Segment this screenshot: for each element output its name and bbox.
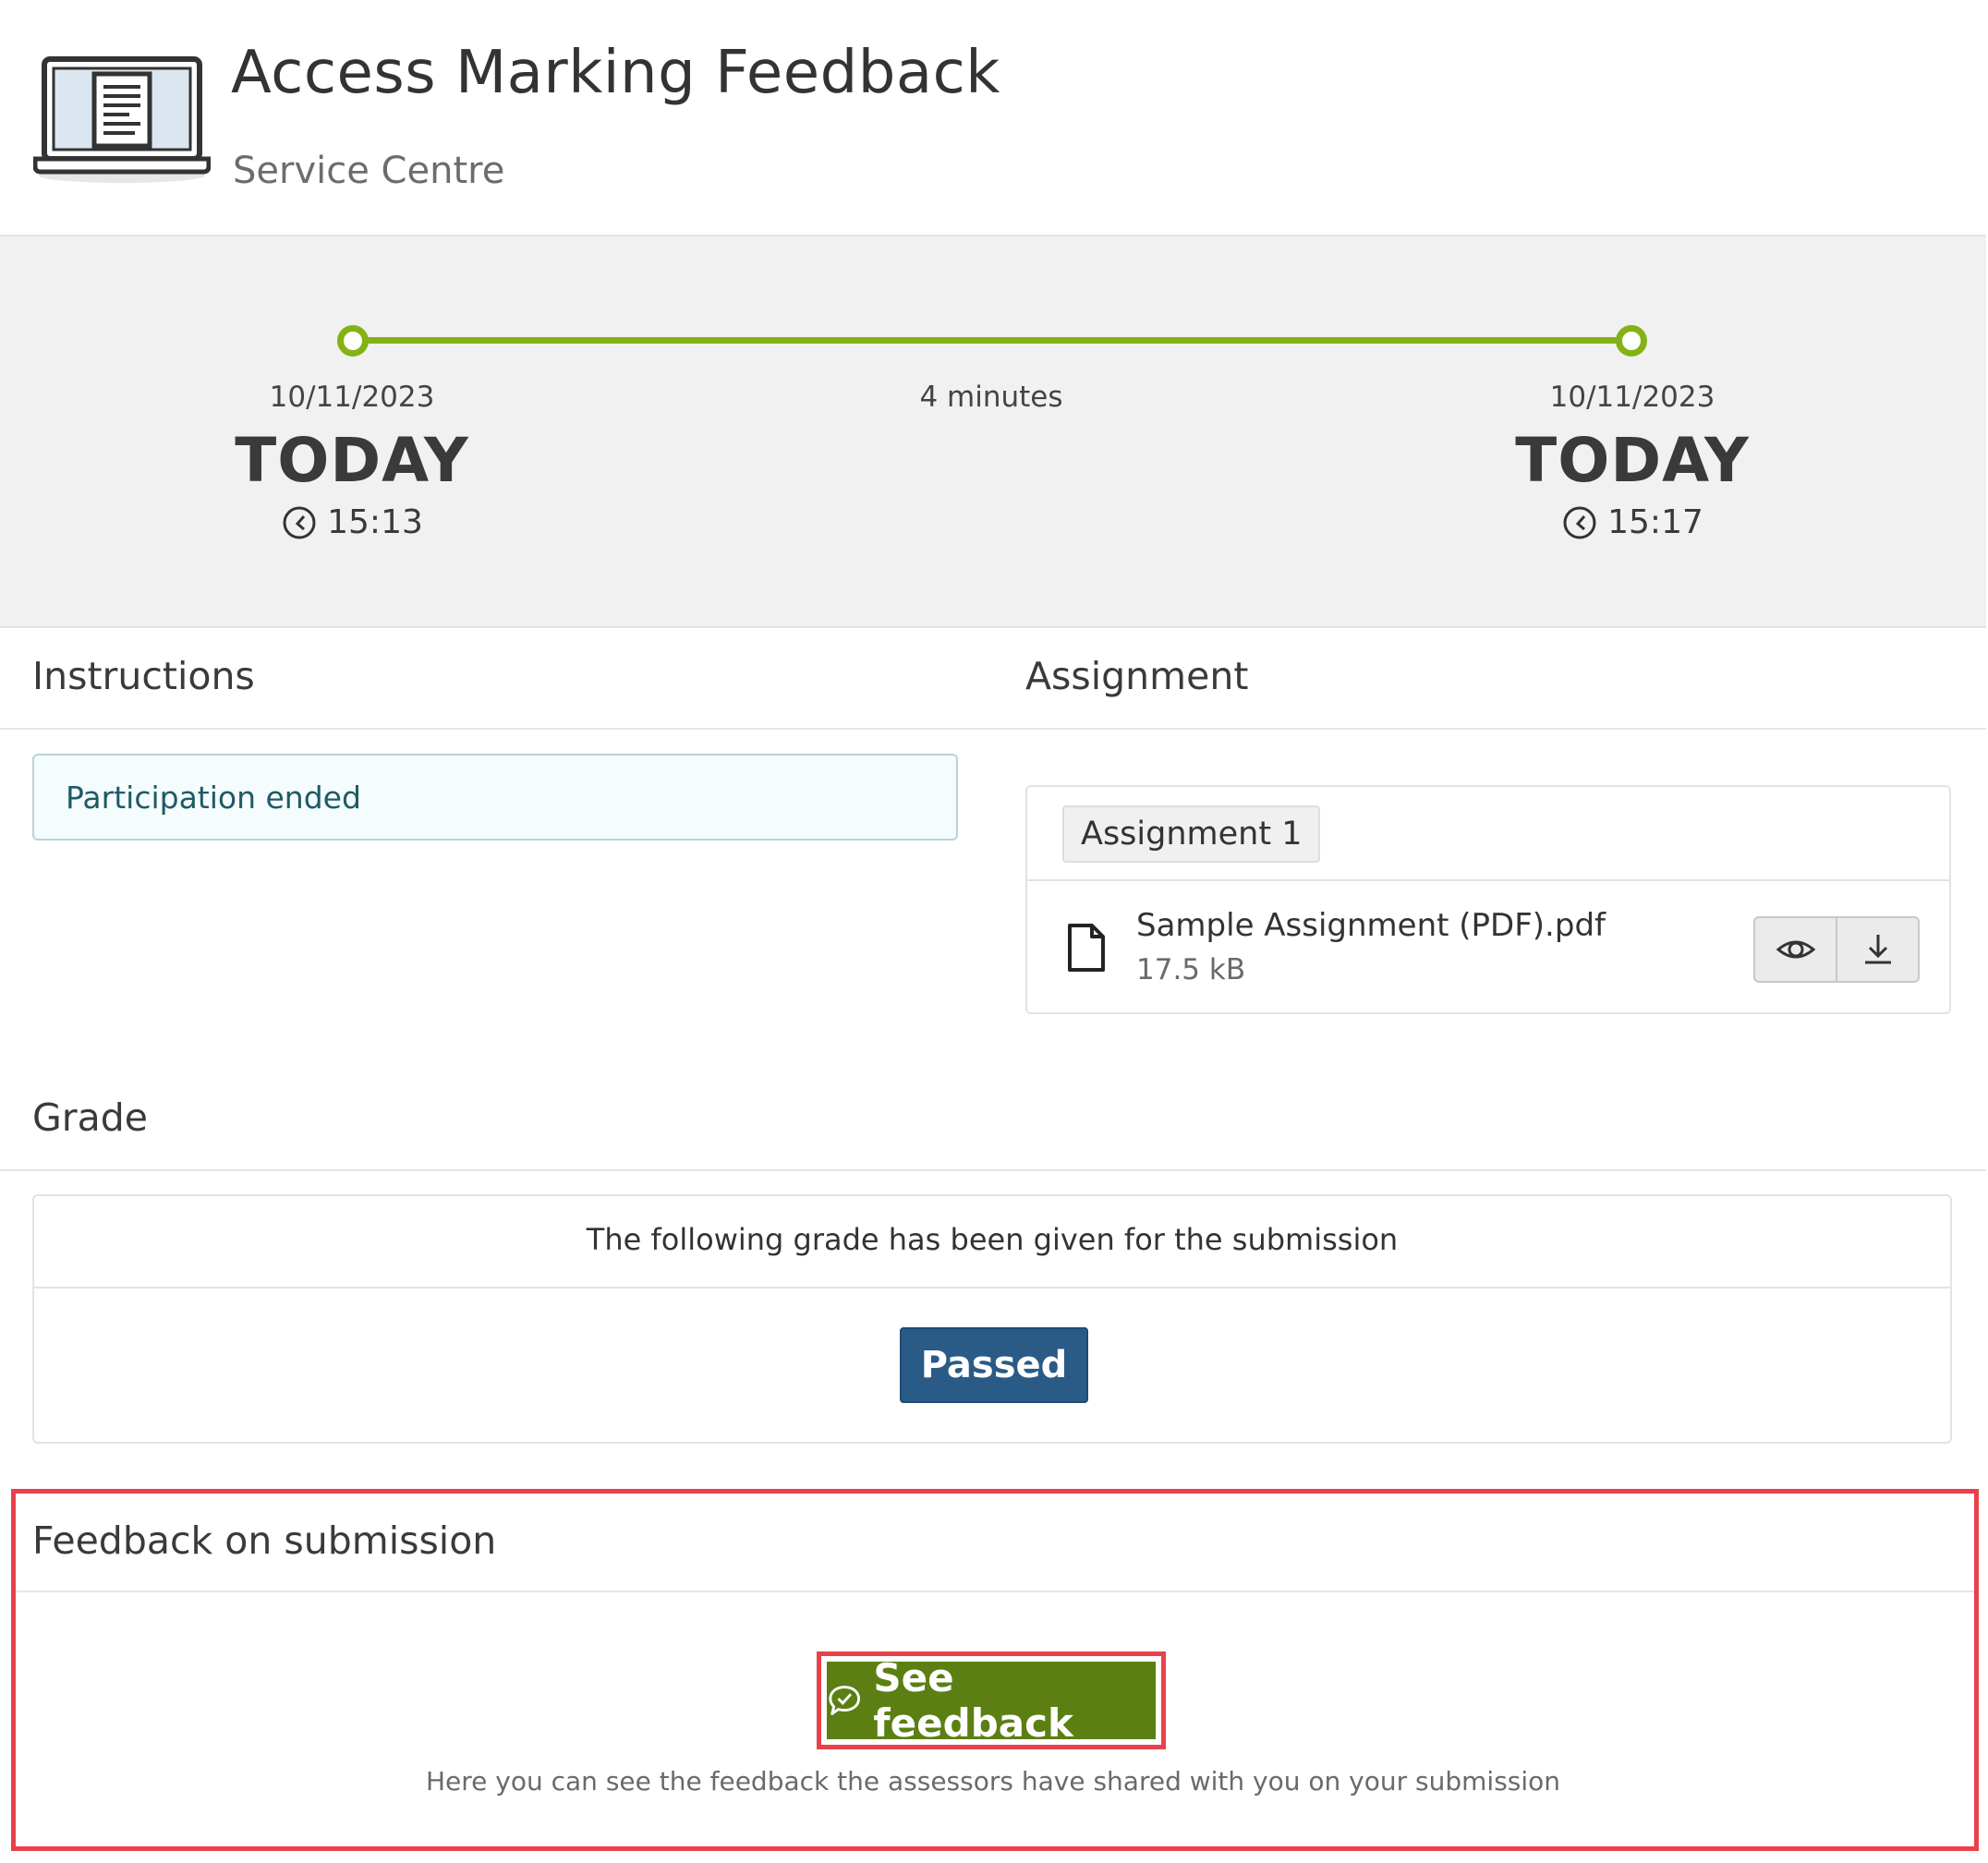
participation-notice: Participation ended (32, 754, 958, 841)
timeline-start: 10/11/2023 TODAY 15:13 (167, 236, 537, 541)
grade-divider (0, 1169, 1986, 1171)
see-feedback-label: See feedback (873, 1655, 1073, 1746)
assignment-heading: Assignment (1025, 654, 1249, 698)
grade-badge: Passed (900, 1327, 1088, 1403)
page: Access Marking Feedback Service Centre 1… (0, 0, 1988, 1863)
grade-description: The following grade has been given for t… (586, 1222, 1399, 1257)
assignment-card: Assignment 1 Sample Assignment (PDF).pdf… (1025, 785, 1951, 1014)
grade-card-divider (34, 1287, 1950, 1288)
file-size: 17.5 kB (1136, 953, 1246, 986)
eye-icon (1776, 940, 1815, 959)
start-time: 15:13 (167, 503, 537, 541)
page-title: Access Marking Feedback (231, 39, 1000, 107)
end-day: TODAY (1515, 425, 1750, 496)
timeline: 10/11/2023 TODAY 15:13 4 minutes 10/11/2… (0, 235, 1986, 628)
laptop-document-icon (33, 56, 211, 183)
file-name[interactable]: Sample Assignment (PDF).pdf (1136, 907, 1606, 944)
chat-check-icon (829, 1686, 860, 1715)
timeline-progress-line (353, 337, 1631, 344)
participation-notice-text: Participation ended (66, 780, 361, 816)
page-header: Access Marking Feedback Service Centre (0, 0, 1986, 235)
start-time-value: 15:13 (327, 503, 423, 541)
end-time: 15:17 (1448, 503, 1817, 541)
end-time-value: 15:17 (1607, 503, 1703, 541)
instructions-heading: Instructions (32, 654, 255, 698)
preview-button[interactable] (1755, 918, 1836, 981)
timeline-duration: 4 minutes (919, 381, 1063, 414)
section-divider (0, 728, 1986, 730)
file-actions (1753, 916, 1920, 983)
feedback-heading: Feedback on submission (32, 1518, 497, 1563)
feedback-divider (16, 1591, 1974, 1592)
timeline-end: 10/11/2023 TODAY 15:17 (1448, 236, 1817, 541)
end-date: 10/11/2023 (1549, 381, 1715, 414)
grade-heading: Grade (32, 1095, 149, 1140)
assignment-divider (1027, 879, 1949, 881)
page-subtitle: Service Centre (233, 150, 505, 192)
start-date: 10/11/2023 (269, 381, 435, 414)
download-icon (1864, 935, 1891, 964)
clock-icon (283, 506, 316, 538)
assignment-tab[interactable]: Assignment 1 (1062, 805, 1321, 863)
feedback-help-text: Here you can see the feedback the assess… (425, 1766, 1561, 1796)
see-feedback-highlight: See feedback (817, 1651, 1166, 1749)
start-day: TODAY (235, 425, 469, 496)
download-button[interactable] (1836, 918, 1918, 981)
grade-card: The following grade has been given for t… (32, 1194, 1952, 1444)
clock-icon (1563, 506, 1596, 538)
file-icon (1068, 924, 1105, 972)
see-feedback-button[interactable]: See feedback (827, 1655, 1156, 1746)
